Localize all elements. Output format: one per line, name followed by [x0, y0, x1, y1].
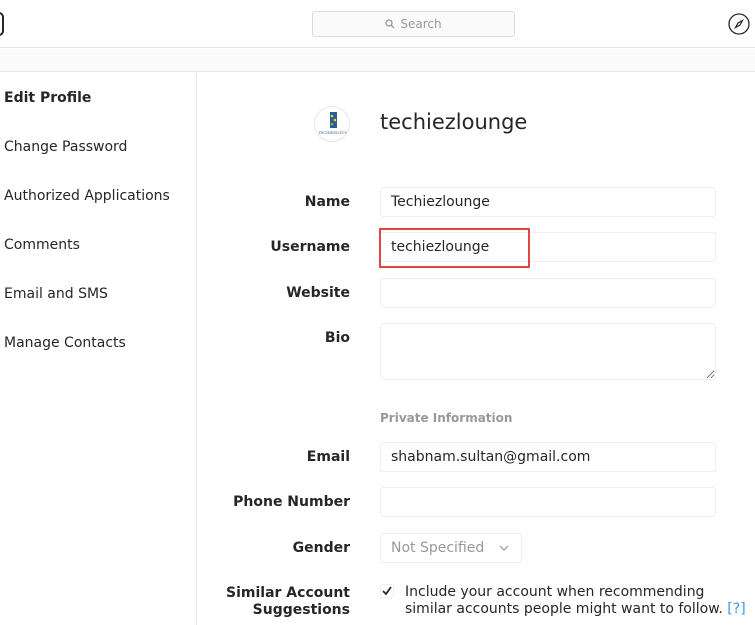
search-box[interactable]: Search	[312, 11, 515, 37]
chevron-down-icon	[499, 545, 509, 551]
similar-account-label: Similar Account Suggestions	[226, 585, 350, 619]
private-information-heading: Private Information	[380, 411, 513, 425]
sidebar-item-comments[interactable]: Comments	[4, 237, 80, 253]
bio-label: Bio	[324, 330, 350, 346]
username-input[interactable]	[380, 232, 716, 262]
avatar-text: TECHIEZLOUN	[319, 131, 348, 135]
similar-account-text: Include your account when recommending s…	[405, 584, 723, 617]
phone-label: Phone Number	[233, 494, 350, 510]
email-label: Email	[306, 449, 350, 465]
name-label: Name	[304, 194, 350, 210]
username-label: Username	[270, 239, 350, 255]
compass-icon[interactable]	[728, 13, 750, 35]
instagram-logo-icon[interactable]	[0, 12, 4, 36]
gender-label: Gender	[292, 540, 350, 556]
search-icon	[385, 19, 395, 29]
header-band	[0, 49, 755, 72]
sidebar-item-manage-contacts[interactable]: Manage Contacts	[4, 335, 126, 351]
similar-account-help-link[interactable]: [?]	[727, 601, 745, 617]
sidebar-item-change-password[interactable]: Change Password	[4, 139, 127, 155]
gender-select[interactable]: Not Specified	[380, 533, 522, 563]
similar-account-label-line2: Suggestions	[252, 602, 350, 618]
sidebar-item-edit-profile[interactable]: Edit Profile	[4, 90, 91, 106]
profile-username: techiezlounge	[380, 110, 528, 134]
sidebar-item-email-sms[interactable]: Email and SMS	[4, 286, 108, 302]
email-input[interactable]	[380, 442, 716, 472]
name-input[interactable]	[380, 187, 716, 217]
phone-input[interactable]	[380, 487, 716, 517]
website-input[interactable]	[380, 278, 716, 308]
settings-sidebar: Edit Profile Change Password Authorized …	[0, 73, 197, 625]
sidebar-item-authorized-applications[interactable]: Authorized Applications	[4, 188, 170, 204]
similar-account-label-line1: Similar Account	[226, 585, 350, 601]
similar-account-checkbox[interactable]	[380, 584, 394, 598]
gender-value: Not Specified	[391, 540, 485, 556]
top-bar: Search	[0, 0, 755, 48]
avatar[interactable]: TECHIEZLOUN	[314, 106, 350, 142]
bio-textarea[interactable]	[380, 323, 716, 380]
website-label: Website	[286, 285, 350, 301]
search-placeholder: Search	[400, 17, 442, 31]
avatar-logo-icon: TECHIEZLOUN	[319, 112, 348, 135]
similar-account-description: Include your account when recommending s…	[405, 584, 750, 618]
